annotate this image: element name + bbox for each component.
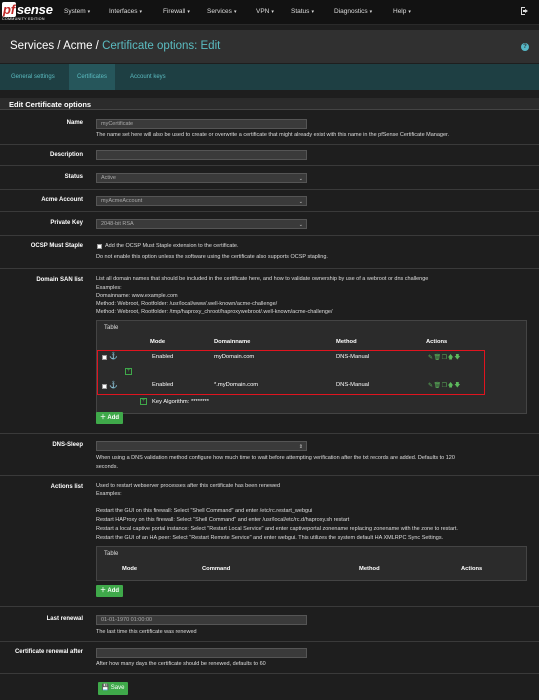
nav-system[interactable]: System ▾ (64, 8, 90, 15)
status-label: Status (64, 174, 83, 180)
san-example-1: Domainname: www.example.com (96, 293, 178, 299)
actions-add-button[interactable]: ＋ Add (96, 585, 123, 597)
tab-account-keys[interactable]: Account keys (130, 64, 166, 90)
name-label: Name (66, 120, 83, 126)
actions-header-mode: Mode (122, 566, 138, 572)
panel-title: Edit Certificate options (9, 100, 92, 109)
actions-example-2: Restart HAProxy on this firewall: Select… (96, 517, 350, 523)
expand-plus-icon[interactable]: + (140, 398, 147, 405)
ocsp-help: Do not enable this option unless the sof… (96, 254, 328, 260)
last-renewal-row: Last renewal 01-01-1970 01:00:00 The las… (0, 607, 539, 642)
chevron-down-icon: ⌄ (298, 222, 303, 228)
san-header-mode: Mode (150, 339, 166, 345)
status-row: Status Active ⌄ (0, 166, 539, 190)
nav-interfaces[interactable]: Interfaces ▾ (109, 8, 142, 15)
actions-example-3: Restart a local captive portal instance:… (96, 526, 458, 532)
logo-sense: sense (16, 2, 53, 17)
nav-firewall[interactable]: Firewall ▾ (163, 8, 190, 15)
logout-icon[interactable] (520, 6, 530, 16)
panel-heading: Edit Certificate options (0, 98, 539, 110)
description-label: Description (49, 152, 83, 158)
renewal-after-label: Certificate renewal after (14, 649, 83, 655)
name-input[interactable]: myCertificate (96, 119, 307, 129)
san-example-2: Method: Webroot, Rootfolder: /usr/local/… (96, 301, 278, 307)
nav-help[interactable]: Help ▾ (393, 8, 411, 15)
chevron-down-icon: ⌄ (298, 199, 303, 205)
actions-example-4: Restart the GUI of an HA peer: Select "R… (96, 535, 444, 541)
breadcrumb-acme[interactable]: Acme / (63, 40, 99, 52)
description-input[interactable] (96, 150, 307, 160)
breadcrumb-bar: Services / Acme / Certificate options: E… (0, 30, 539, 63)
actions-table: Table (96, 546, 527, 581)
ocsp-label: OCSP Must Staple (30, 243, 83, 249)
breadcrumb-services[interactable]: Services / (10, 40, 61, 52)
spinner-icon: ⇕ (298, 444, 303, 450)
renewal-after-input[interactable] (96, 648, 307, 658)
actions-label: Actions list (50, 484, 83, 490)
actions-row: Actions list Used to restart webserver p… (0, 476, 539, 607)
help-icon[interactable]: ? (521, 43, 529, 51)
nav-vpn[interactable]: VPN ▾ (256, 8, 274, 15)
private-key-label: Private Key (50, 220, 83, 226)
san-intro: List all domain names that should be inc… (96, 276, 429, 282)
description-row: Description (0, 145, 539, 166)
actions-example-1: Restart the GUI on this firewall: Select… (96, 508, 313, 514)
san-label: Domain SAN list (36, 277, 83, 283)
last-renewal-help: The last time this certificate was renew… (96, 629, 197, 635)
name-row: Name myCertificate The name set here wil… (0, 111, 539, 145)
status-select[interactable]: Active ⌄ (96, 173, 307, 183)
dns-sleep-help: When using a DNS validation method confi… (96, 455, 455, 461)
san-examples: Examples: (96, 285, 122, 291)
renewal-after-help: After how many days the certificate shou… (96, 661, 266, 667)
actions-intro: Used to restart webserver processes afte… (96, 483, 281, 489)
dns-sleep-row: DNS-Sleep ⇕ When using a DNS validation … (0, 434, 539, 476)
actions-table-title: Table (104, 551, 119, 557)
save-icon: 💾 (101, 685, 110, 691)
actions-header-command: Command (202, 566, 231, 572)
acme-account-row: Acme Account myAcmeAccount ⌄ (0, 190, 539, 212)
chevron-down-icon: ⌄ (298, 176, 303, 182)
dns-sleep-label: DNS-Sleep (52, 442, 83, 448)
name-help: The name set here will also be used to c… (96, 132, 450, 138)
dns-sleep-input[interactable]: ⇕ (96, 441, 307, 451)
san-header-domainname: Domainname (214, 339, 251, 345)
last-renewal-input[interactable]: 01-01-1970 01:00:00 (96, 615, 307, 625)
private-key-select[interactable]: 2048-bit RSA ⌄ (96, 219, 307, 229)
tab-general-settings[interactable]: General settings (11, 64, 55, 90)
save-button[interactable]: 💾 Save (98, 682, 128, 695)
acme-account-select[interactable]: myAcmeAccount ⌄ (96, 196, 307, 206)
top-navbar: pf sense COMMUNITY EDITION System ▾ Interf… (0, 0, 539, 25)
ocsp-checkbox[interactable] (97, 244, 102, 249)
san-table-title: Table (104, 325, 119, 331)
actions-examples: Examples: (96, 491, 122, 497)
ocsp-check-text: Add the OCSP Must Staple extension to th… (105, 243, 239, 249)
pfsense-logo[interactable]: pf sense COMMUNITY EDITION (2, 2, 54, 23)
san-header-actions: Actions (426, 339, 448, 345)
ocsp-row: OCSP Must Staple Add the OCSP Must Stapl… (0, 236, 539, 269)
private-key-row: Private Key 2048-bit RSA ⌄ (0, 212, 539, 236)
nav-diagnostics[interactable]: Diagnostics ▾ (334, 8, 372, 15)
nav-status[interactable]: Status ▾ (291, 8, 314, 15)
breadcrumb-current: Certificate options: Edit (102, 40, 221, 52)
tab-certificates[interactable]: Certificates (69, 64, 116, 90)
dns-sleep-help-2: seconds. (96, 464, 119, 470)
renewal-after-row: Certificate renewal after After how many… (0, 642, 539, 674)
actions-header-method: Method (359, 566, 380, 572)
breadcrumb: Services / Acme / Certificate options: E… (10, 40, 220, 52)
nav-services[interactable]: Services ▾ (207, 8, 236, 15)
san-header-method: Method (336, 339, 357, 345)
acme-account-label: Acme Account (41, 197, 83, 203)
san-add-button[interactable]: ＋ Add (96, 412, 123, 424)
tabs-bar: General settings Certificates Account ke… (0, 64, 539, 90)
actions-header-actions: Actions (461, 566, 483, 572)
highlight-box (97, 350, 485, 395)
san-example-3: Method: Webroot, Rootfolder: /tmp/haprox… (96, 309, 333, 315)
logo-pf: pf (2, 2, 16, 17)
logo-edition: COMMUNITY EDITION (2, 17, 45, 21)
key-algorithm: Key Algorithm: ******** (152, 399, 210, 405)
last-renewal-label: Last renewal (46, 616, 83, 622)
